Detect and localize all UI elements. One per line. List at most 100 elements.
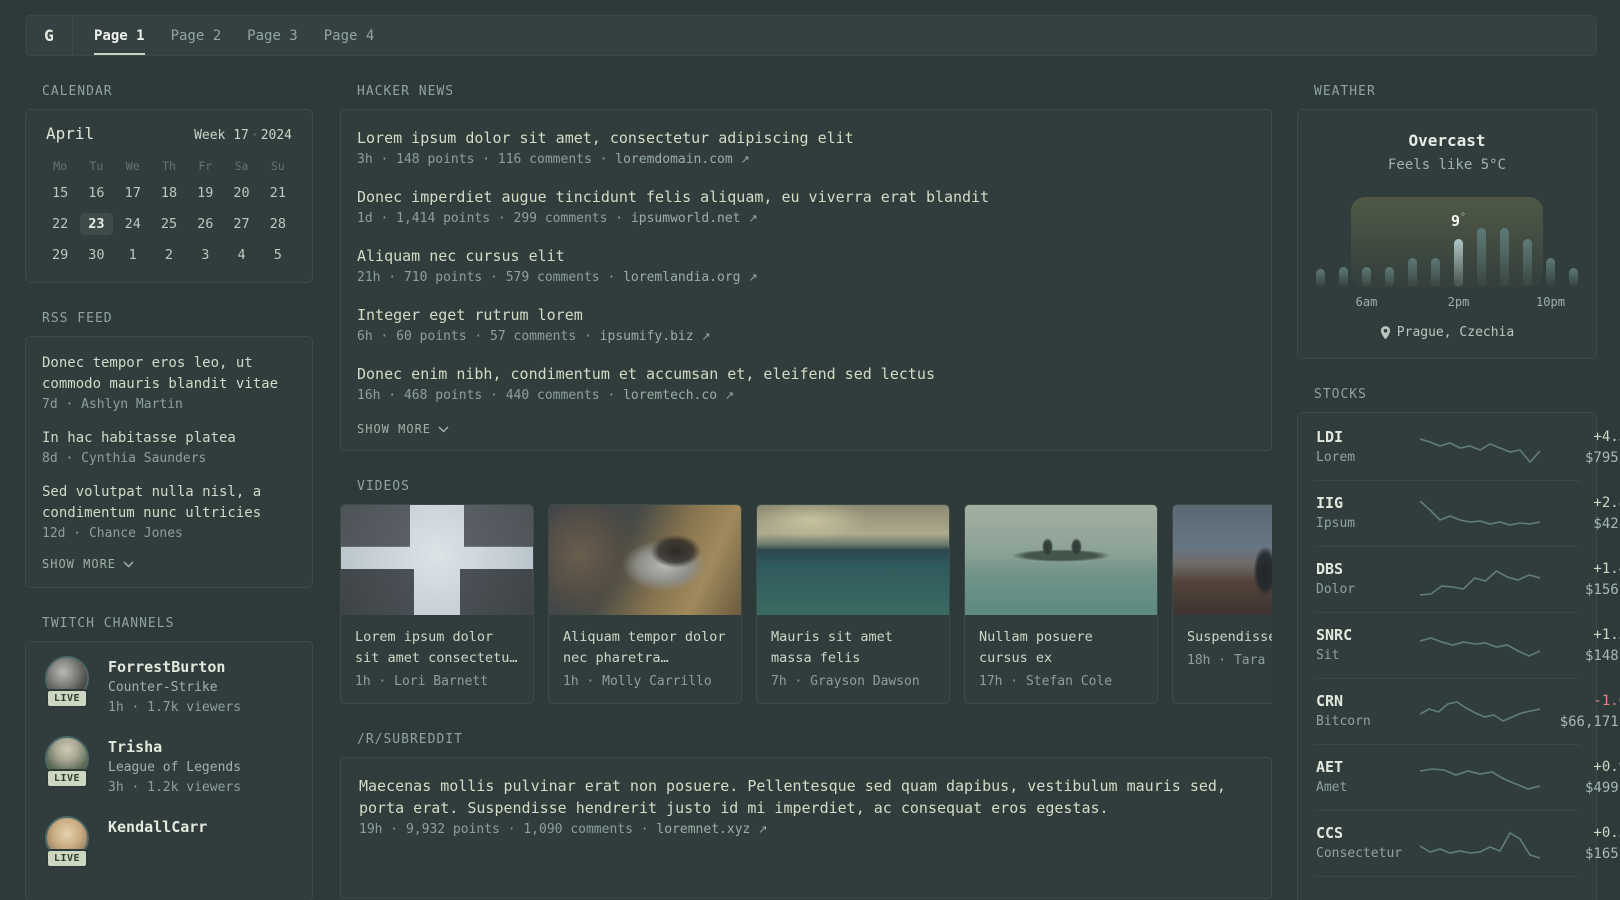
item-meta-text: 16h · 468 points · 440 comments · (357, 388, 616, 403)
hacker-news-item-title[interactable]: Integer eget rutrum lorem (357, 304, 1255, 326)
subreddit-widget: Maecenas mollis pulvinar erat non posuer… (340, 757, 1272, 899)
stock-values: +1.42% $156.28 (1540, 559, 1620, 600)
hour-label: 2pm (1447, 295, 1470, 309)
weather-current-temp: 9° (1451, 212, 1466, 230)
hacker-news-list: Lorem ipsum dolor sit amet, consectetur … (357, 127, 1255, 403)
stock-change: +0.92% (1593, 759, 1620, 775)
stock-values: -1.00% $66,171.48 (1540, 691, 1620, 732)
hacker-news-item: Lorem ipsum dolor sit amet, consectetur … (357, 127, 1255, 167)
stock-identity: AHS (1316, 897, 1420, 900)
video-card[interactable]: Nullam posuere cursus ex 17h · Stefan Col… (964, 504, 1158, 704)
stocks-widget: LDI Lorem +4.35% $795.18 IIG Ipsum +2.84% $42.0… (1297, 412, 1620, 900)
channel-name: KendallCarr (108, 818, 208, 836)
tab-page-4[interactable]: Page 4 (324, 16, 375, 55)
calendar-day-number: 15 (52, 184, 69, 201)
stock-values: +0.51% $165.84 (1540, 823, 1620, 864)
external-link-icon: ↗ (748, 271, 758, 284)
hacker-news-item-title[interactable]: Lorem ipsum dolor sit amet, consectetur … (357, 127, 1255, 149)
channel-name: Trisha (108, 738, 163, 756)
stock-symbol: CRN (1316, 692, 1344, 710)
calendar-day: 21 (260, 177, 296, 208)
stock-change: +1.42% (1593, 561, 1620, 577)
item-domain-link[interactable]: loremtech.co (623, 388, 717, 403)
channel-name: ForrestBurton (108, 658, 226, 676)
weather-feels-like: Feels like 5°C (1387, 157, 1506, 173)
video-thumbnail (965, 505, 1157, 615)
calendar-day: 29 (42, 239, 78, 270)
app-logo[interactable]: G (26, 16, 73, 55)
weather-bar (1431, 258, 1440, 287)
hacker-news-item-title[interactable]: Donec imperdiet augue tincidunt felis al… (357, 186, 1255, 208)
twitch-channel-row[interactable]: LIVE KendallCarr (42, 816, 296, 868)
stock-sparkline (1420, 496, 1540, 532)
tab-page-2[interactable]: Page 2 (171, 16, 222, 55)
channel-category: Counter-Strike (108, 680, 218, 695)
rss-item-meta: 12d · Chance Jones (42, 526, 183, 541)
calendar-day: 25 (151, 208, 187, 239)
sparkline-chart (1420, 889, 1540, 900)
calendar-day-number: 30 (88, 246, 105, 263)
calendar-day-number: 22 (52, 215, 69, 232)
stock-symbol: SNRC (1316, 626, 1353, 644)
calendar-day: 17 (115, 177, 151, 208)
calendar-day: 24 (115, 208, 151, 239)
item-domain-link[interactable]: ipsumworld.net (631, 211, 741, 226)
calendar-day: 28 (260, 208, 296, 239)
stock-row: LDI Lorem +4.35% $795.18 (1314, 415, 1620, 480)
calendar-year: 2024 (260, 128, 292, 143)
tab-page-3[interactable]: Page 3 (247, 16, 298, 55)
video-thumbnail (549, 505, 741, 615)
rss-item-title[interactable]: Donec tempor eros leo, ut commodo mauris… (42, 353, 296, 395)
calendar-day-number: 5 (273, 246, 282, 263)
hacker-news-item-title[interactable]: Donec enim nibh, condimentum et accumsan… (357, 363, 1255, 385)
twitch-channel-row[interactable]: LIVE Trisha League of Legends 3h · 1.2k vie… (42, 736, 296, 798)
hacker-news-widget: Lorem ipsum dolor sit amet, consectetur … (340, 109, 1272, 451)
calendar-day-number: 16 (88, 184, 105, 201)
stock-values: +4.35% $795.18 (1540, 427, 1620, 468)
video-card[interactable]: Mauris sit amet massa felis 7h · Grayson … (756, 504, 950, 704)
calendar-day-today: 23 (80, 212, 113, 235)
hacker-news-item-title[interactable]: Aliquam nec cursus elit (357, 245, 1255, 267)
video-card[interactable]: Suspendisse diam 18h · Tara (1172, 504, 1272, 704)
video-title: Lorem ipsum dolor sit amet consectetu… (355, 629, 518, 666)
sparkline-chart (1420, 831, 1540, 859)
calendar-weekday-row: Mo Tu We Th Fr Sa Su (42, 159, 296, 173)
calendar-day-number: 28 (269, 215, 286, 232)
video-card[interactable]: Aliquam tempor dolor nec pharetra… 1h · M… (548, 504, 742, 704)
rss-item: In hac habitasse platea 8d · Cynthia Saun… (42, 428, 296, 466)
post-domain-link[interactable]: loremnet.xyz (656, 822, 750, 837)
hacker-news-show-more-button[interactable]: SHOW MORE (357, 422, 1255, 436)
stock-price: $499.72 (1584, 780, 1620, 796)
stock-identity: IIG Ipsum (1316, 493, 1420, 534)
calendar-weekday: Su (270, 159, 285, 173)
rss-item-title[interactable]: In hac habitasse platea (42, 428, 296, 449)
rss-show-more-button[interactable]: SHOW MORE (42, 557, 296, 571)
live-badge: LIVE (45, 849, 89, 868)
external-link-icon: ↗ (758, 823, 768, 836)
stock-row: CCS Consectetur +0.51% $165.84 (1314, 810, 1620, 876)
section-title-hacker-news: HACKER NEWS (357, 84, 455, 99)
video-card[interactable]: Lorem ipsum dolor sit amet consectetu… 1h… (340, 504, 534, 704)
item-domain-link[interactable]: loremdomain.com (615, 152, 732, 167)
hacker-news-item-meta: 21h · 710 points · 579 comments · loreml… (357, 270, 1255, 285)
subreddit-post-title[interactable]: Maecenas mollis pulvinar erat non posuer… (359, 775, 1253, 819)
hour-label: 6am (1355, 295, 1378, 309)
item-domain-link[interactable]: ipsumify.biz (600, 329, 694, 344)
rss-item: Donec tempor eros leo, ut commodo mauris… (42, 353, 296, 412)
stock-name: Sit (1316, 648, 1340, 663)
stock-change: +1.36% (1593, 627, 1620, 643)
sparkline-chart (1420, 437, 1540, 463)
section-title-rss-feed: RSS FEED (42, 311, 113, 326)
stock-row: IIG Ipsum +2.84% $42.04 (1314, 480, 1620, 546)
item-domain-link[interactable]: loremlandia.org (623, 270, 740, 285)
video-title: Suspendisse diam (1187, 629, 1272, 645)
calendar-week-info: Week 17 · 2024 (194, 128, 292, 143)
section-title-calendar: CALENDAR (42, 84, 113, 99)
weather-hourly-chart: 9° (1316, 197, 1578, 287)
stock-name: Lorem (1316, 450, 1356, 465)
tab-page-1[interactable]: Page 1 (94, 16, 145, 55)
video-caption: Suspendisse diam 18h · Tara (1173, 615, 1272, 682)
rss-item-title[interactable]: Sed volutpat nulla nisl, a condimentum n… (42, 482, 296, 524)
twitch-channel-row[interactable]: LIVE ForrestBurton Counter-Strike 1h · 1.7k… (42, 656, 296, 718)
chevron-down-icon (438, 425, 449, 433)
